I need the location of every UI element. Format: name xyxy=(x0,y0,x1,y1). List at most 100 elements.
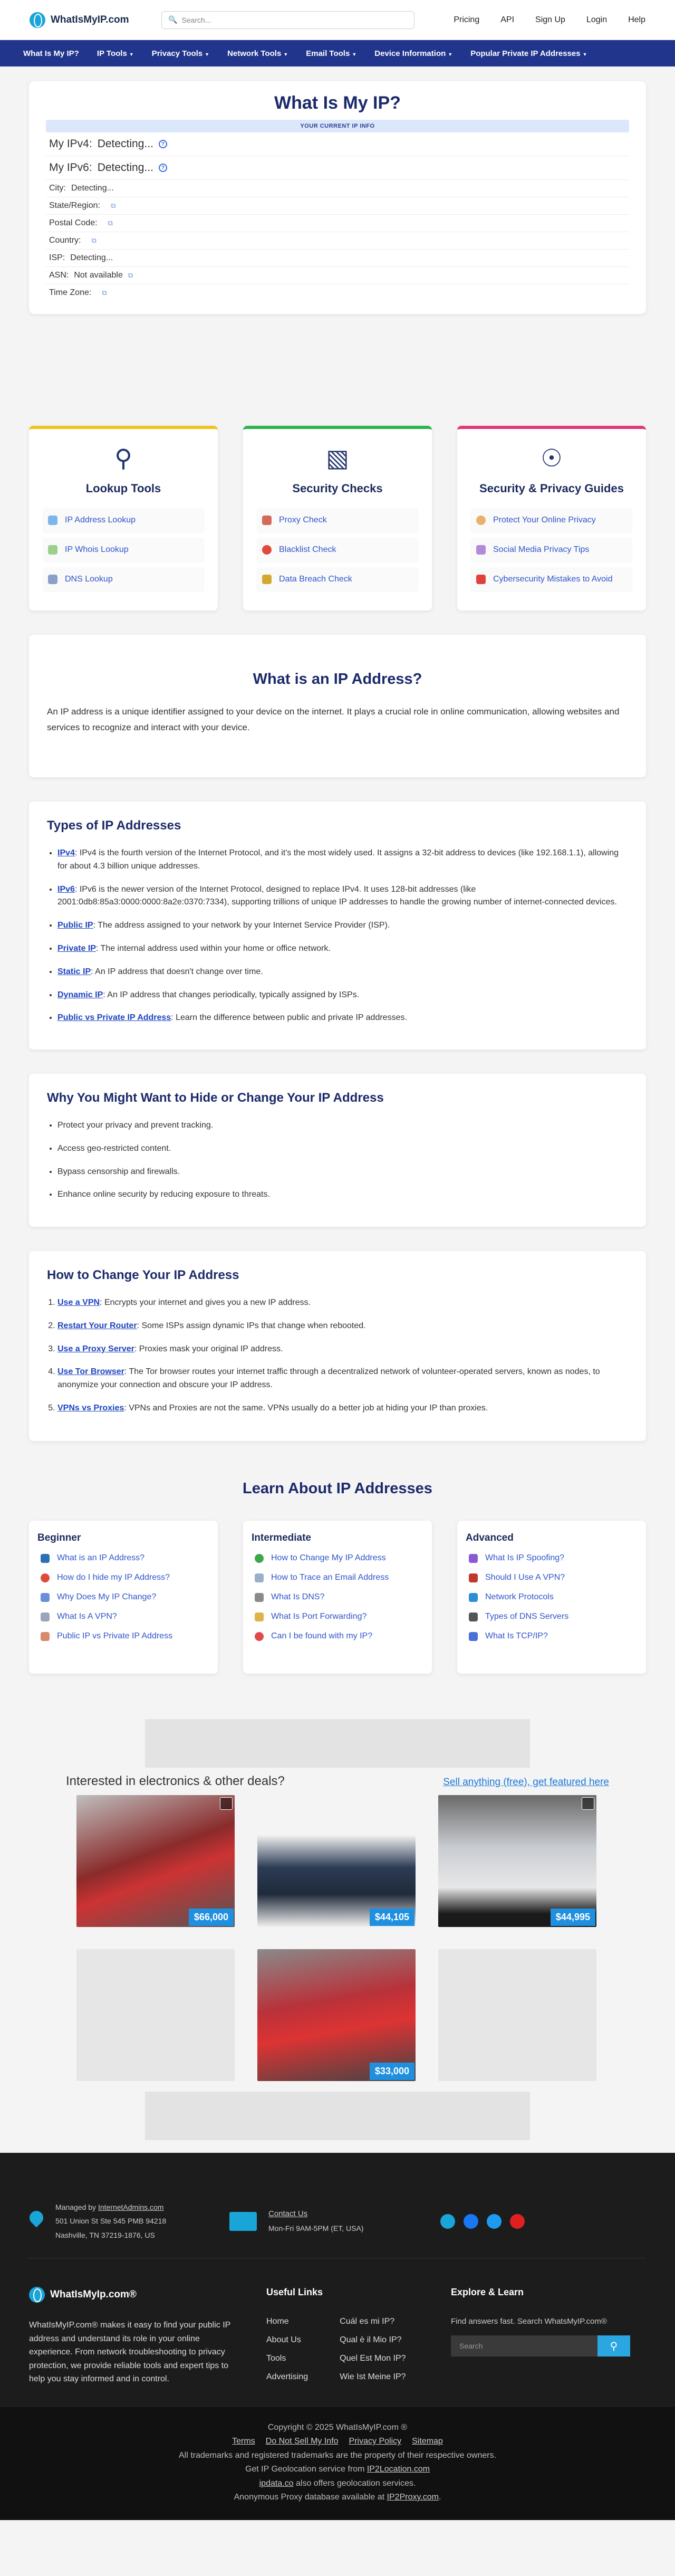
learn-link[interactable]: What Is Port Forwarding? xyxy=(252,1612,423,1621)
tool-link[interactable]: Blacklist Check xyxy=(257,538,418,562)
column-title: Intermediate xyxy=(252,1532,311,1543)
term-link[interactable]: Public vs Private IP Address xyxy=(57,1013,171,1022)
footer-logo[interactable]: WhatIsMyIp.com® xyxy=(29,2287,161,2303)
menu-what-is-my-ip[interactable]: What Is My IP? xyxy=(23,49,79,58)
tool-link[interactable]: Social Media Privacy Tips xyxy=(471,538,632,562)
term-link[interactable]: Use a Proxy Server xyxy=(57,1344,134,1353)
nav-signup[interactable]: Sign Up xyxy=(535,15,565,25)
menu-email-tools[interactable]: Email Tools ▼ xyxy=(306,49,356,58)
deals: Interested in electronics & other deals?… xyxy=(66,1774,609,2081)
contact-link[interactable]: Contact Us xyxy=(268,2209,307,2218)
facebook-icon[interactable] xyxy=(464,2214,478,2229)
help-icon[interactable]: ? xyxy=(158,140,167,148)
footer-link[interactable]: Cuál es mi IP? xyxy=(340,2317,406,2326)
ipv4-value[interactable]: Detecting... xyxy=(98,138,153,150)
learn-link[interactable]: What is an IP Address? xyxy=(37,1553,209,1563)
deal-card[interactable]: $44,105 xyxy=(257,1795,416,1927)
learn-link[interactable]: Should I Use A VPN? xyxy=(466,1573,638,1582)
learn-link[interactable]: What Is TCP/IP? xyxy=(466,1632,638,1641)
change-icon xyxy=(41,1592,50,1602)
legal-links: Terms Do Not Sell My Info Privacy Policy… xyxy=(0,2435,675,2448)
footer-link[interactable]: Wie Ist Meine IP? xyxy=(340,2372,406,2382)
term-link[interactable]: VPNs vs Proxies xyxy=(57,1404,124,1413)
youtube-icon[interactable] xyxy=(510,2214,525,2229)
x-twitter-icon[interactable] xyxy=(487,2214,502,2229)
sitemap-link[interactable]: Sitemap xyxy=(412,2435,443,2448)
learn-link[interactable]: Can I be found with my IP? xyxy=(252,1632,423,1641)
footer-address: Managed by InternetAdmins.com 501 Union … xyxy=(29,2200,229,2243)
site-search[interactable]: 🔍 Search... xyxy=(161,11,414,29)
term-link[interactable]: Public IP xyxy=(57,921,93,930)
ipv6-value[interactable]: Detecting... xyxy=(98,161,153,174)
tool-link[interactable]: Proxy Check xyxy=(257,508,418,532)
term-link[interactable]: IPv6 xyxy=(57,885,75,894)
footer-link[interactable]: About Us xyxy=(266,2335,308,2345)
menu-device-information[interactable]: Device Information ▼ xyxy=(374,49,452,58)
term-link[interactable]: IPv4 xyxy=(57,848,75,857)
learn-link[interactable]: How do I hide my IP Address? xyxy=(37,1573,209,1582)
do-not-sell-link[interactable]: Do Not Sell My Info xyxy=(266,2435,339,2448)
trademarks: All trademarks and registered trademarks… xyxy=(178,2450,497,2460)
learn-link[interactable]: How to Trace an Email Address xyxy=(252,1573,423,1582)
learn-link[interactable]: How to Change My IP Address xyxy=(252,1553,423,1563)
nav-api[interactable]: API xyxy=(500,15,514,25)
footer-link[interactable]: Advertising xyxy=(266,2372,308,2382)
terms-link[interactable]: Terms xyxy=(232,2435,255,2448)
nav-login[interactable]: Login xyxy=(586,15,607,25)
menu-privacy-tools[interactable]: Privacy Tools ▼ xyxy=(152,49,209,58)
ad-placeholder-top[interactable] xyxy=(145,1719,530,1768)
ip2proxy-link[interactable]: IP2Proxy.com xyxy=(387,2493,439,2502)
menu-ip-tools[interactable]: IP Tools ▼ xyxy=(97,49,134,58)
learn-link[interactable]: What Is DNS? xyxy=(252,1592,423,1602)
share-icon[interactable] xyxy=(440,2214,455,2229)
site-logo[interactable]: WhatIsMyIP.com xyxy=(30,12,161,28)
term-link[interactable]: Use a VPN xyxy=(57,1298,100,1307)
tool-link[interactable]: Cybersecurity Mistakes to Avoid xyxy=(471,567,632,591)
tool-link[interactable]: IP Address Lookup xyxy=(43,508,204,532)
learn-link[interactable]: What Is IP Spoofing? xyxy=(466,1553,638,1563)
footer-link[interactable]: Tools xyxy=(266,2354,308,2363)
menu-popular-private-ips[interactable]: Popular Private IP Addresses ▼ xyxy=(470,49,587,58)
learn-link[interactable]: Why Does My IP Change? xyxy=(37,1592,209,1602)
learn-link[interactable]: Public IP vs Private IP Address xyxy=(37,1632,209,1641)
ad-placeholder-bottom[interactable] xyxy=(145,2092,530,2140)
menu-network-tools[interactable]: Network Tools ▼ xyxy=(227,49,288,58)
learn-link[interactable]: Network Protocols xyxy=(466,1592,638,1602)
learn-link[interactable]: What Is A VPN? xyxy=(37,1612,209,1621)
term-link[interactable]: Restart Your Router xyxy=(57,1321,137,1330)
tool-link[interactable]: Protect Your Online Privacy xyxy=(471,508,632,532)
search-button[interactable]: ⚲ xyxy=(597,2335,630,2356)
term-link[interactable]: Private IP xyxy=(57,944,96,953)
ip2location-link[interactable]: IP2Location.com xyxy=(367,2465,430,2474)
footer-link[interactable]: Quel Est Mon IP? xyxy=(340,2354,406,2363)
external-link-icon[interactable]: ⧉ xyxy=(111,202,115,210)
footer-search-input[interactable]: Search xyxy=(451,2335,597,2356)
help-icon[interactable]: ? xyxy=(158,164,167,172)
tool-link[interactable]: IP Whois Lookup xyxy=(43,538,204,562)
learn-label: How to Trace an Email Address xyxy=(271,1573,389,1582)
external-link-icon[interactable]: ⧉ xyxy=(102,289,107,297)
tool-link[interactable]: Data Breach Check xyxy=(257,567,418,591)
privacy-link[interactable]: Privacy Policy xyxy=(349,2435,402,2448)
nav-pricing[interactable]: Pricing xyxy=(454,15,479,25)
ipdata-link[interactable]: ipdata.co xyxy=(259,2479,294,2488)
deals-link[interactable]: Sell anything (free), get featured here xyxy=(443,1777,609,1788)
external-link-icon[interactable]: ⧉ xyxy=(128,271,133,280)
deal-card[interactable]: $44,995 xyxy=(438,1795,596,1927)
learn-label: Types of DNS Servers xyxy=(485,1612,569,1621)
deal-card[interactable]: $66,000 xyxy=(76,1795,235,1927)
tool-link[interactable]: DNS Lookup xyxy=(43,567,204,591)
learn-link[interactable]: Types of DNS Servers xyxy=(466,1612,638,1621)
footer-link[interactable]: Home xyxy=(266,2317,308,2326)
external-link-icon[interactable]: ⧉ xyxy=(91,236,96,245)
deal-card[interactable]: $33,000 xyxy=(257,1949,416,2081)
term-link[interactable]: Dynamic IP xyxy=(57,990,103,999)
footer-link[interactable]: Qual è il Mio IP? xyxy=(340,2335,406,2345)
managed-link[interactable]: InternetAdmins.com xyxy=(98,2203,164,2211)
list-item: Use a Proxy Server: Proxies mask your or… xyxy=(57,1343,628,1356)
port-icon xyxy=(255,1612,264,1621)
nav-help[interactable]: Help xyxy=(628,15,645,25)
term-link[interactable]: Static IP xyxy=(57,967,91,976)
term-link[interactable]: Use Tor Browser xyxy=(57,1367,124,1376)
external-link-icon[interactable]: ⧉ xyxy=(108,219,113,227)
